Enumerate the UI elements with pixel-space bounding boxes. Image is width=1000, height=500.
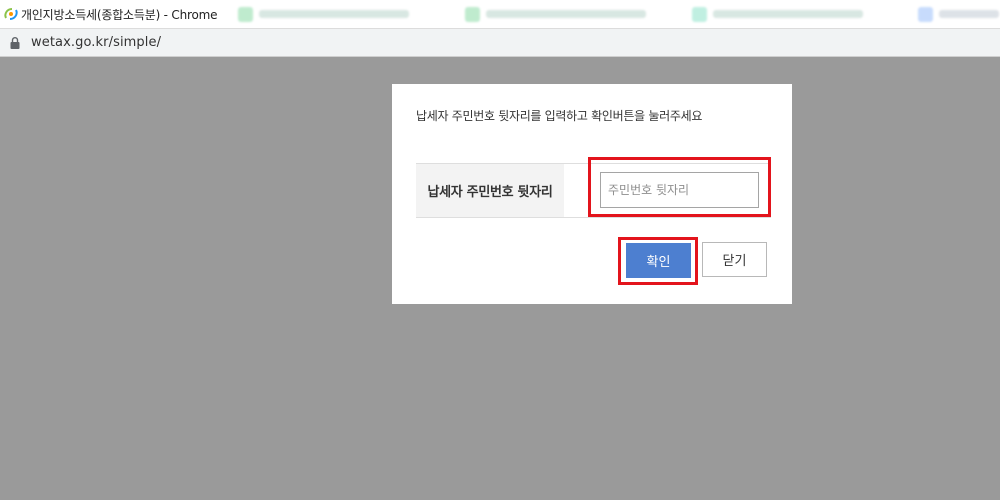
window-titlebar: 개인지방소득세(종합소득분) - Chrome (0, 0, 1000, 28)
background-tab[interactable] (238, 5, 409, 23)
lock-icon[interactable] (10, 37, 20, 49)
background-tab[interactable] (918, 5, 999, 23)
tab-favicon-icon (465, 6, 480, 22)
background-tab[interactable] (465, 5, 646, 23)
close-button[interactable]: 닫기 (702, 242, 767, 277)
window-title: 개인지방소득세(종합소득분) - Chrome (21, 8, 218, 22)
confirm-button[interactable]: 확인 (626, 243, 691, 278)
background-tab[interactable] (692, 5, 863, 23)
tab-favicon-icon (918, 6, 933, 22)
tab-favicon-icon (692, 6, 707, 22)
tab-favicon-icon (238, 6, 253, 22)
rrn-field-label: 납세자 주민번호 뒷자리 (416, 164, 564, 217)
dialog-instruction: 납세자 주민번호 뒷자리를 입력하고 확인버튼을 눌러주세요 (416, 109, 703, 123)
wetax-logo-icon (4, 8, 18, 20)
address-bar[interactable]: wetax.go.kr/simple/ (0, 28, 1000, 57)
rrn-back-digits-input[interactable] (600, 172, 759, 208)
url-text[interactable]: wetax.go.kr/simple/ (31, 35, 161, 50)
